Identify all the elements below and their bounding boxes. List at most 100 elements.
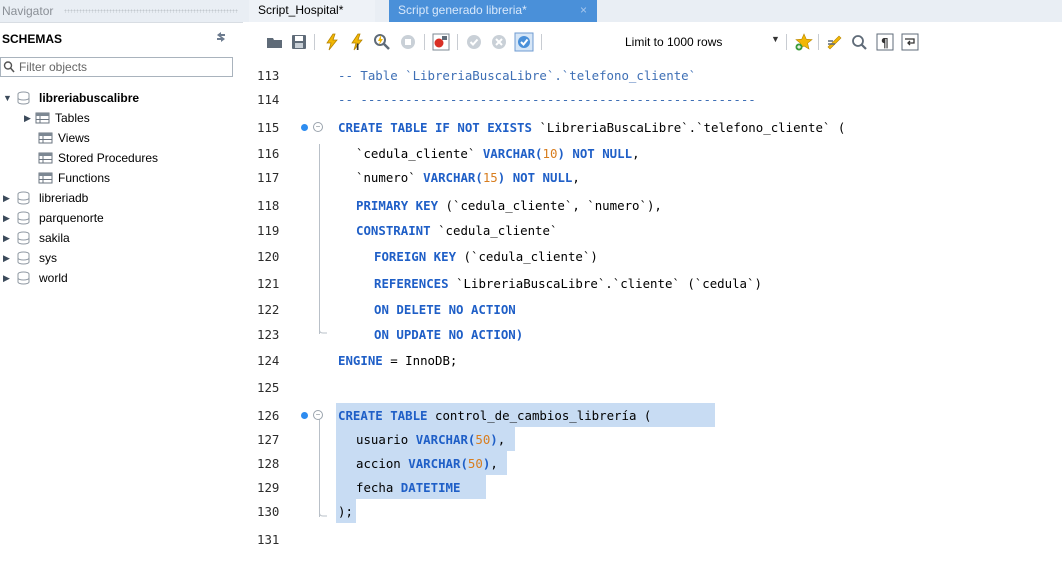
code-line[interactable]: 129 fecha DATETIME	[243, 476, 1062, 500]
line-text: REFERENCES `LibreriaBuscaLibre`.`cliente…	[374, 276, 762, 291]
schema-libreriabuscalibre[interactable]: ▼ libreriabuscalibre	[0, 88, 240, 108]
beautify-icon[interactable]	[825, 32, 845, 52]
database-icon	[17, 251, 30, 265]
refresh-schemas-icon[interactable]	[214, 30, 228, 44]
toolbar-separator	[314, 34, 315, 50]
editor-tab-bar: Script_Hospital* Script generado libreri…	[243, 0, 1062, 22]
execute-icon[interactable]	[322, 32, 342, 52]
sql-editor[interactable]: 113 -- Table `LibreriaBuscaLibre`.`telef…	[243, 64, 1062, 562]
add-snippet-icon[interactable]	[794, 32, 814, 52]
line-number: 126	[257, 408, 280, 423]
code-line[interactable]: 118 PRIMARY KEY (`cedula_cliente`, `nume…	[243, 194, 1062, 218]
collapse-triangle-icon[interactable]: ▼	[3, 88, 12, 108]
tab-script-generado-libreria[interactable]: Script generado libreria* ×	[389, 0, 597, 22]
schema-world[interactable]: ▶ world	[0, 268, 240, 288]
line-text: accion VARCHAR(50),	[356, 456, 498, 471]
code-line[interactable]: 126 − CREATE TABLE control_de_cambios_li…	[243, 404, 1062, 428]
code-line[interactable]: 125	[243, 376, 1062, 400]
line-number: 120	[257, 249, 280, 264]
schema-libreriadb[interactable]: ▶ libreriadb	[0, 188, 240, 208]
autocommit-icon[interactable]	[514, 32, 534, 52]
code-line[interactable]: 119 CONSTRAINT `cedula_cliente`	[243, 219, 1062, 243]
expand-triangle-icon[interactable]: ▶	[3, 188, 11, 208]
line-text: -- Table `LibreriaBuscaLibre`.`telefono_…	[338, 68, 697, 83]
schemas-title: SCHEMAS	[2, 32, 63, 46]
line-number: 118	[257, 198, 280, 213]
find-icon[interactable]	[849, 32, 869, 52]
commit-icon[interactable]	[464, 32, 484, 52]
stop-icon[interactable]	[398, 32, 418, 52]
expand-triangle-icon[interactable]: ▶	[3, 228, 11, 248]
schema-parquenorte[interactable]: ▶ parquenorte	[0, 208, 240, 228]
wrap-icon[interactable]	[900, 32, 920, 52]
tab-label: Script_Hospital*	[258, 3, 344, 17]
invisible-chars-icon[interactable]: ¶	[875, 32, 895, 52]
tab-label: Script generado libreria*	[398, 3, 527, 17]
line-text: ON DELETE NO ACTION	[374, 302, 516, 317]
tree-item-label: Views	[58, 131, 90, 145]
database-icon	[17, 91, 30, 105]
panel-grip[interactable]	[64, 9, 238, 13]
limit-rows-select[interactable]: Limit to 1000 rows	[625, 35, 722, 49]
navigator-header: Navigator	[0, 0, 243, 23]
svg-text:I: I	[356, 43, 359, 52]
filter-objects-input[interactable]	[19, 60, 224, 74]
code-line[interactable]: 116 `cedula_cliente` VARCHAR(10) NOT NUL…	[243, 142, 1062, 166]
rollback-icon[interactable]	[489, 32, 509, 52]
code-line[interactable]: 114 -- ---------------------------------…	[243, 88, 1062, 112]
schema-sys[interactable]: ▶ sys	[0, 248, 240, 268]
tree-item-functions[interactable]: Functions	[0, 168, 240, 188]
statement-marker-icon	[301, 412, 308, 419]
chevron-down-icon[interactable]: ▼	[771, 34, 780, 44]
code-line[interactable]: 128 accion VARCHAR(50),	[243, 452, 1062, 476]
code-line[interactable]: 131	[243, 528, 1062, 552]
expand-triangle-icon[interactable]: ▶	[3, 268, 11, 288]
expand-triangle-icon[interactable]: ▶	[3, 248, 11, 268]
schema-label: parquenorte	[39, 211, 104, 225]
open-folder-icon[interactable]	[265, 32, 285, 52]
expand-triangle-icon[interactable]: ▶	[24, 108, 32, 128]
filter-box	[0, 57, 233, 77]
execute-current-icon[interactable]: I	[347, 32, 367, 53]
explain-icon[interactable]	[372, 32, 392, 52]
schema-sakila[interactable]: ▶ sakila	[0, 228, 240, 248]
save-icon[interactable]	[289, 32, 309, 52]
line-number: 127	[257, 432, 280, 447]
fold-toggle-icon[interactable]: −	[313, 122, 323, 132]
line-number: 123	[257, 327, 280, 342]
search-icon	[3, 60, 15, 74]
code-line[interactable]: 124 ENGINE = InnoDB;	[243, 349, 1062, 373]
code-line[interactable]: 123 ON UPDATE NO ACTION)	[243, 323, 1062, 347]
database-icon	[17, 271, 30, 285]
code-line[interactable]: 117 `numero` VARCHAR(15) NOT NULL,	[243, 166, 1062, 190]
code-line[interactable]: 130 );	[243, 500, 1062, 524]
tab-script-hospital[interactable]: Script_Hospital*	[249, 0, 375, 22]
close-tab-icon[interactable]: ×	[580, 0, 587, 21]
toolbar-separator	[541, 34, 542, 50]
fold-toggle-icon[interactable]: −	[313, 410, 323, 420]
procedure-group-icon	[38, 151, 54, 165]
line-text: );	[338, 504, 353, 519]
expand-triangle-icon[interactable]: ▶	[3, 208, 11, 228]
code-line[interactable]: 113 -- Table `LibreriaBuscaLibre`.`telef…	[243, 64, 1062, 88]
code-line[interactable]: 127 usuario VARCHAR(50),	[243, 428, 1062, 452]
toolbar-separator	[424, 34, 425, 50]
code-line[interactable]: 122 ON DELETE NO ACTION	[243, 298, 1062, 322]
toolbar-separator	[818, 34, 819, 50]
statement-marker-icon	[301, 124, 308, 131]
code-line[interactable]: 121 REFERENCES `LibreriaBuscaLibre`.`cli…	[243, 272, 1062, 296]
toggle-error-icon[interactable]	[431, 32, 451, 52]
line-text: -- -------------------------------------…	[338, 92, 756, 107]
line-text: fecha DATETIME	[356, 480, 461, 495]
tree-item-tables[interactable]: ▶ Tables	[0, 108, 240, 128]
code-line[interactable]: 115 − CREATE TABLE IF NOT EXISTS `Librer…	[243, 116, 1062, 140]
tree-item-stored-procedures[interactable]: Stored Procedures	[0, 148, 240, 168]
line-number: 119	[257, 223, 280, 238]
tree-item-label: Stored Procedures	[58, 151, 159, 165]
line-number: 129	[257, 480, 280, 495]
navigator-title: Navigator	[2, 4, 54, 18]
code-line[interactable]: 120 FOREIGN KEY (`cedula_cliente`)	[243, 245, 1062, 269]
line-text: `numero` VARCHAR(15) NOT NULL,	[356, 170, 580, 185]
line-number: 115	[257, 120, 280, 135]
tree-item-views[interactable]: Views	[0, 128, 240, 148]
